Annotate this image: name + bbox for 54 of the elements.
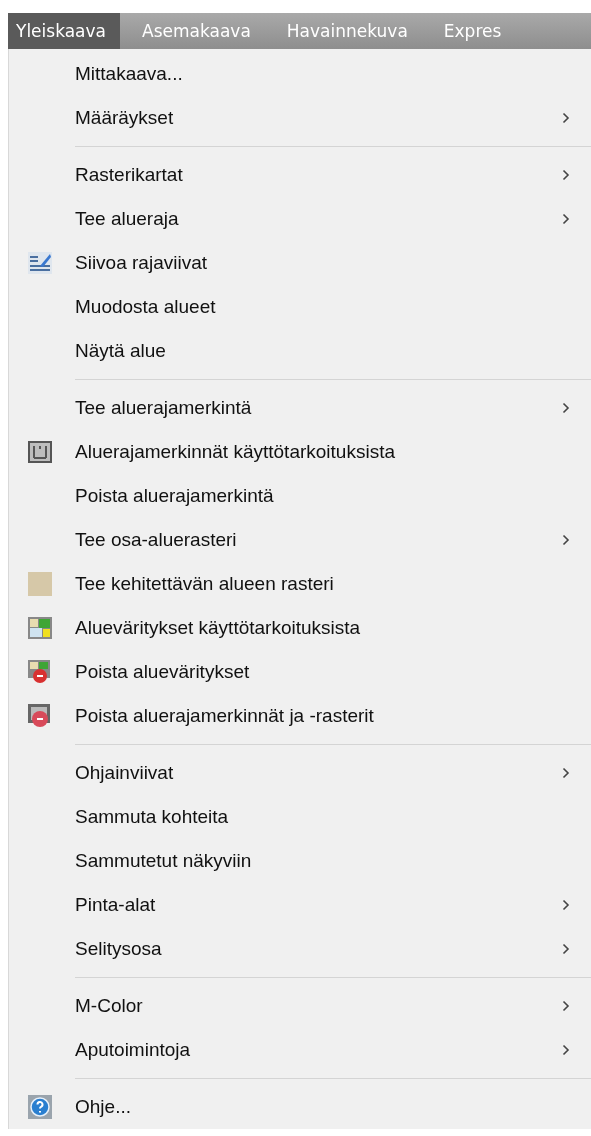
menu-item[interactable]: Tee alueraja <box>9 197 591 241</box>
menu-item[interactable]: Ohje... <box>9 1085 591 1129</box>
menu-item[interactable]: Aputoimintoja <box>9 1028 591 1072</box>
swatch-icon <box>28 572 52 596</box>
menu-item[interactable]: Aluerajamerkinnät käyttötarkoituksista <box>9 430 591 474</box>
menu-item[interactable]: Ohjainviivat <box>9 751 591 795</box>
menu-item[interactable]: M-Color <box>9 984 591 1028</box>
menu-item[interactable]: Siivoa rajaviivat <box>9 241 591 285</box>
item-label: Tee aluerajamerkintä <box>75 397 252 419</box>
frame-icon <box>28 441 52 463</box>
menu-item[interactable]: Rasterikartat <box>9 153 591 197</box>
item-label: Rasterikartat <box>75 164 183 186</box>
menu-item[interactable]: Sammutetut näkyviin <box>9 839 591 883</box>
item-label: Sammutetut näkyviin <box>75 850 252 872</box>
menu-item[interactable]: Muodosta alueet <box>9 285 591 329</box>
item-label: Aluerajamerkinnät käyttötarkoituksista <box>75 441 395 463</box>
item-label: Määräykset <box>75 107 174 129</box>
item-label: Pinta-alat <box>75 894 156 916</box>
menu-item[interactable]: Selitysosa <box>9 927 591 971</box>
menu-item[interactable]: Alueväritykset käyttötarkoituksista <box>9 606 591 650</box>
item-label: Tee kehitettävän alueen rasteri <box>75 573 334 595</box>
item-label: Siivoa rajaviivat <box>75 252 207 274</box>
item-label: Aputoimintoja <box>75 1039 191 1061</box>
menu-item[interactable]: Pinta-alat <box>9 883 591 927</box>
menu-item[interactable]: Määräykset <box>9 96 591 140</box>
menu-tab[interactable]: Yleiskaava <box>8 13 120 49</box>
item-label: Sammuta kohteita <box>75 806 229 828</box>
menu-item[interactable]: Poista aluerajamerkintä <box>9 474 591 518</box>
item-label: Tee alueraja <box>75 208 179 230</box>
item-label: Ohje... <box>75 1096 131 1118</box>
erase-colors-icon <box>28 660 52 684</box>
menu-item[interactable]: Poista alueväritykset <box>9 650 591 694</box>
lines-icon <box>28 252 52 274</box>
menu-item[interactable]: Näytä alue <box>9 329 591 373</box>
item-label: Tee osa-aluerasteri <box>75 529 237 551</box>
menu-item[interactable]: Tee osa-aluerasteri <box>9 518 591 562</box>
menu-item[interactable]: Tee aluerajamerkintä <box>9 386 591 430</box>
menu-item[interactable]: Sammuta kohteita <box>9 795 591 839</box>
help-icon <box>28 1095 52 1119</box>
erase-frame-icon <box>28 704 52 728</box>
menu-item[interactable]: Tee kehitettävän alueen rasteri <box>9 562 591 606</box>
item-label: Poista alueväritykset <box>75 661 250 683</box>
item-label: Poista aluerajamerkinnät ja -rasterit <box>75 705 374 727</box>
item-label: Selitysosa <box>75 938 162 960</box>
menu-item[interactable]: Mittakaava... <box>9 52 591 96</box>
item-label: Muodosta alueet <box>75 296 216 318</box>
item-label: Alueväritykset käyttötarkoituksista <box>75 617 361 639</box>
color-grid-icon <box>28 617 52 639</box>
item-label: Näytä alue <box>75 340 166 362</box>
item-label: M-Color <box>75 995 143 1017</box>
item-label: Poista aluerajamerkintä <box>75 485 274 507</box>
item-label: Ohjainviivat <box>75 762 174 784</box>
item-label: Mittakaava... <box>75 63 183 85</box>
menu-item[interactable]: Poista aluerajamerkinnät ja -rasterit <box>9 694 591 738</box>
